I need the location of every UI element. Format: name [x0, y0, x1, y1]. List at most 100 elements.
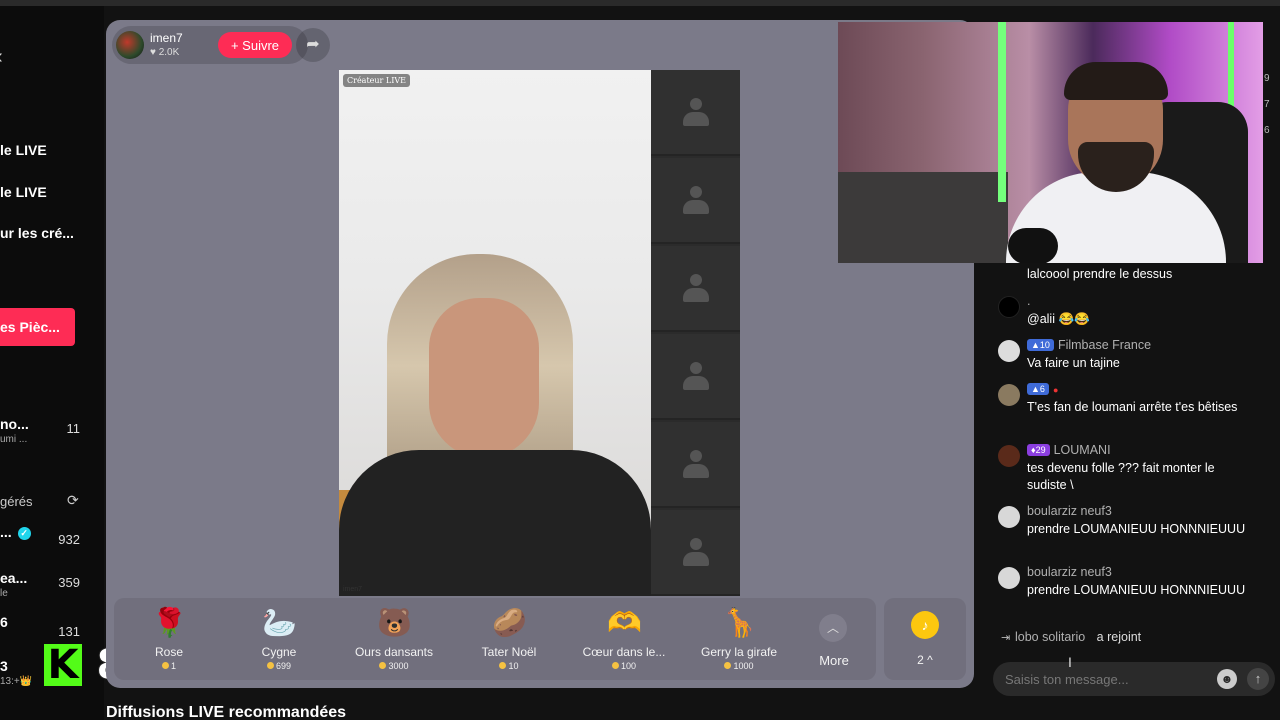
gift-coeur[interactable]: 🫶 Cœur dans le... 100 [569, 598, 679, 680]
get-coins-button[interactable]: es Pièc... [0, 308, 75, 346]
username[interactable]: ♦29 LOUMANI [1027, 443, 1111, 457]
username[interactable]: . [1027, 294, 1030, 308]
chat-message: ▲10 Filmbase France Va faire un tajine [998, 338, 1268, 374]
swan-icon: 🦢 [262, 607, 297, 638]
chat-input[interactable] [1005, 669, 1205, 689]
guest-slot[interactable] [651, 510, 740, 596]
enter-icon: ⇥ [1001, 632, 1011, 644]
account-sub: 13:+👑 [0, 676, 33, 687]
gift-price: 10 [454, 661, 564, 671]
back-icon[interactable]: ‹ [0, 46, 3, 69]
host-name[interactable]: imen7 [150, 31, 183, 45]
viewer-count: 932 [58, 532, 80, 547]
user-placeholder-icon [683, 362, 709, 392]
account-name: ... ✓ [0, 524, 31, 540]
user-placeholder-icon [683, 274, 709, 304]
user-placeholder-icon [683, 450, 709, 480]
edge-number: 6 [1264, 125, 1270, 136]
chat-message: ♦29 LOUMANI tes devenu folle ??? fait mon… [998, 443, 1268, 497]
account-name: 3 [0, 658, 8, 674]
followed-account[interactable]: no... umi ... 11 [0, 416, 90, 446]
gift-tater-noel[interactable]: 🥔 Tater Noël 10 [454, 598, 564, 680]
viewer-count: 11 [66, 421, 81, 436]
username[interactable]: boularziz neuf3 [1027, 504, 1112, 518]
suggested-label: gérés [0, 494, 33, 509]
guest-slot[interactable] [651, 158, 740, 244]
more-label: More [819, 653, 849, 668]
sidebar: ‹ le LIVE le LIVE ur les cré... es Pièc.… [0, 6, 104, 720]
follow-button[interactable]: + Suivre [218, 32, 292, 58]
username[interactable]: boularziz neuf3 [1027, 565, 1112, 579]
emoji-icon[interactable]: ☻ [1217, 669, 1237, 689]
guest-slot[interactable] [651, 70, 740, 156]
username[interactable]: ▲6 ● [1027, 382, 1058, 396]
gift-name: Cygne [261, 645, 297, 659]
rose-icon: 🌹 [152, 607, 187, 638]
guest-slots [651, 70, 740, 596]
microphone-icon [1008, 228, 1058, 263]
chat-message: lalcoool prendre le dessus [998, 266, 1268, 286]
gift-price: 3000 [339, 661, 449, 671]
gift-price: 699 [224, 661, 334, 671]
message-text: lalcoool prendre le dessus [1027, 267, 1173, 281]
gift-rose[interactable]: 🌹 Rose 1 [114, 598, 224, 680]
video-person-body [339, 450, 651, 596]
pin-icon: ● [1052, 385, 1059, 395]
edge-numbers: 9 7 6 [1264, 66, 1270, 144]
guest-slot[interactable] [651, 334, 740, 420]
cam-background-shelf [838, 172, 1008, 263]
user-avatar[interactable] [998, 340, 1020, 362]
user-avatar[interactable] [998, 567, 1020, 589]
verified-icon: ✓ [17, 526, 31, 540]
top-bar [0, 0, 1280, 6]
username[interactable]: lobo solitario [1015, 630, 1085, 644]
gift-name: Cœur dans le... [582, 645, 666, 659]
text-cursor-icon: I [1068, 654, 1072, 670]
join-notice: ⇥ lobo solitario a rejoint [1001, 630, 1141, 644]
gift-ours-dansants[interactable]: 🐻 Ours dansants 3000 [339, 598, 449, 680]
sidebar-item-live-2[interactable]: le LIVE [0, 184, 47, 200]
share-icon[interactable]: ➦ [296, 28, 330, 62]
refresh-icon[interactable]: ⟳ [67, 492, 79, 509]
sidebar-item-creators[interactable]: ur les cré... [0, 225, 74, 241]
host-info[interactable]: imen7 ♥ 2.0K + Suivre [112, 26, 308, 64]
more-gifts-button[interactable]: ︿ More [804, 598, 864, 680]
guest-slot[interactable] [651, 246, 740, 332]
heart-hands-icon: 🫶 [607, 607, 642, 638]
gift-cygne[interactable]: 🦢 Cygne 699 [224, 598, 334, 680]
gift-name: Tater Noël [481, 645, 537, 659]
kick-logo: K [44, 644, 82, 686]
user-avatar[interactable] [998, 384, 1020, 406]
message-text: prendre LOUMANIEUU HONNNIEUUU [1027, 522, 1246, 536]
account-name: ea... [0, 570, 28, 586]
account-sub: umi ... [0, 434, 28, 445]
gift-name: Gerry la girafe [700, 645, 778, 659]
user-avatar[interactable] [998, 296, 1020, 318]
suggested-account[interactable]: ... ✓ 932 [0, 524, 90, 554]
message-text: tes devenu folle ??? fait monter le sudi… [1027, 461, 1215, 492]
tiktok-coin-icon: ♪ [911, 611, 939, 639]
guest-slot[interactable] [651, 422, 740, 508]
gift-gerry[interactable]: 🦒 Gerry la girafe 1000 [684, 598, 794, 680]
send-icon[interactable]: ↑ [1247, 668, 1269, 690]
gift-price: 1000 [684, 661, 794, 671]
host-avatar[interactable] [116, 31, 144, 59]
coin-wallet-button[interactable]: ♪ 2 ^ [884, 598, 966, 680]
sidebar-item-live-1[interactable]: le LIVE [0, 142, 47, 158]
chat-message: boularziz neuf3 prendre LOUMANIEUU HONNN… [998, 565, 1268, 619]
heart-icon: ♥ [150, 47, 156, 58]
viewer-count: 131 [58, 624, 80, 639]
gift-name: Ours dansants [354, 645, 434, 659]
cam-person-hair [1064, 62, 1168, 100]
chat-message: ▲6 ● T'es fan de loumani arrête t'es bêti… [998, 382, 1268, 436]
user-avatar[interactable] [998, 445, 1020, 467]
bear-icon: 🐻 [377, 607, 412, 638]
suggested-account[interactable]: 6 131 [0, 614, 90, 644]
username[interactable]: ▲10 Filmbase France [1027, 338, 1151, 352]
gift-name: Rose [154, 645, 183, 659]
gift-price: 100 [569, 661, 679, 671]
user-avatar[interactable] [998, 506, 1020, 528]
cam-led-light [998, 22, 1006, 202]
suggested-account[interactable]: ea... le 359 [0, 570, 90, 600]
gift-bar: 🌹 Rose 1 🦢 Cygne 699 🐻 Ours dansants 300… [114, 598, 876, 680]
